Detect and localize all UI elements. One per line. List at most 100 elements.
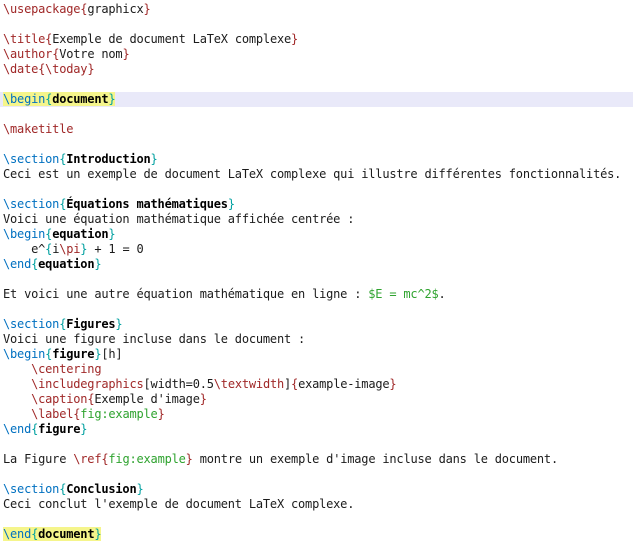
code-token: \centering — [31, 362, 102, 376]
code-line[interactable] — [3, 467, 633, 482]
code-token: Votre nom — [59, 47, 123, 61]
code-token: figure — [52, 347, 95, 361]
code-token: } — [185, 452, 193, 466]
code-token: } — [115, 317, 123, 331]
code-token: } — [136, 482, 144, 496]
code-token: \textwidth — [213, 377, 285, 391]
code-token: ] — [284, 377, 292, 391]
code-token: Conclusion — [66, 482, 137, 496]
code-token: Voici une figure incluse dans le documen… — [3, 332, 306, 346]
code-token: Exemple d'image — [94, 392, 200, 406]
code-line[interactable]: \section{Équations mathématiques} — [3, 197, 633, 212]
code-token: } — [157, 407, 165, 421]
code-line[interactable]: La Figure \ref{fig:example} montre un ex… — [3, 452, 633, 467]
code-line[interactable]: Voici une figure incluse dans le documen… — [3, 332, 633, 347]
code-line[interactable]: \title{Exemple de document LaTeX complex… — [3, 32, 633, 47]
code-token: \begin — [3, 347, 46, 361]
code-token: \end — [3, 257, 32, 271]
code-token: \begin — [3, 227, 46, 241]
code-line[interactable]: \maketitle — [3, 122, 633, 137]
code-token: \label — [31, 407, 74, 421]
code-token: document — [52, 92, 109, 106]
code-token: \includegraphics — [31, 377, 144, 391]
code-line[interactable]: \begin{figure}[h] — [3, 347, 633, 362]
code-token: equation — [52, 227, 109, 241]
code-token: } — [143, 2, 151, 16]
code-token: \section — [3, 152, 60, 166]
code-line[interactable]: \end{figure} — [3, 422, 633, 437]
code-line[interactable]: \author{Votre nom} — [3, 47, 633, 62]
code-line[interactable]: \centering — [3, 362, 633, 377]
code-line[interactable]: \usepackage{graphicx} — [3, 2, 633, 17]
code-line[interactable]: \section{Introduction} — [3, 152, 633, 167]
code-line[interactable]: \label{fig:example} — [3, 407, 633, 422]
code-token: \section — [3, 197, 60, 211]
code-token: Introduction — [66, 152, 151, 166]
code-token: [width=0.5 — [143, 377, 214, 391]
code-line[interactable] — [3, 302, 633, 317]
code-token: \date — [3, 62, 39, 76]
code-line[interactable]: \section{Conclusion} — [3, 482, 633, 497]
code-line[interactable] — [3, 512, 633, 527]
code-line[interactable]: \caption{Exemple d'image} — [3, 392, 633, 407]
code-token: } — [108, 92, 116, 106]
code-token: \end — [3, 527, 32, 541]
code-token: \author — [3, 47, 53, 61]
code-token: figure — [38, 422, 81, 436]
code-token: \today — [45, 62, 88, 76]
code-token: . — [438, 287, 446, 301]
code-token: } — [108, 227, 116, 241]
code-line[interactable]: \end{equation} — [3, 257, 633, 272]
code-token: Et voici une autre équation mathématique… — [3, 287, 369, 301]
code-token: } — [94, 527, 102, 541]
code-line[interactable]: \begin{equation} — [3, 227, 633, 242]
code-token: [h] — [101, 347, 123, 361]
code-line[interactable]: \section{Figures} — [3, 317, 633, 332]
code-line[interactable] — [3, 77, 633, 92]
code-line[interactable]: Ceci conclut l'exemple de document LaTeX… — [3, 497, 633, 512]
code-token: Équations mathématiques — [66, 197, 228, 211]
code-line[interactable]: e^{i\pi} + 1 = 0 — [3, 242, 633, 257]
code-token: montre un exemple d'image incluse dans l… — [192, 452, 558, 466]
code-token: Voici une équation mathématique affichée… — [3, 212, 355, 226]
code-line[interactable] — [3, 272, 633, 287]
code-token: \caption — [31, 392, 88, 406]
code-token: } — [199, 392, 207, 406]
code-token: La Figure — [3, 452, 74, 466]
code-token: \maketitle — [3, 122, 74, 136]
code-line[interactable]: Et voici une autre équation mathématique… — [3, 287, 633, 302]
code-token: Ceci est un exemple de document LaTeX co… — [3, 167, 622, 181]
code-token: } — [87, 62, 95, 76]
latex-editor[interactable]: \usepackage{graphicx} \title{Exemple de d… — [0, 0, 633, 559]
code-token: \end — [3, 422, 32, 436]
code-line[interactable]: Ceci est un exemple de document LaTeX co… — [3, 167, 633, 182]
highlight-mark: \end{document} — [3, 527, 102, 541]
code-line[interactable] — [3, 137, 633, 152]
code-token: fig:example — [108, 452, 186, 466]
code-line[interactable]: \date{\today} — [3, 62, 633, 77]
code-token: \ref — [73, 452, 102, 466]
code-line[interactable]: Voici une équation mathématique affichée… — [3, 212, 633, 227]
code-token: Ceci conclut l'exemple de document LaTeX… — [3, 497, 355, 511]
code-token: } — [389, 377, 397, 391]
code-token: equation — [38, 257, 95, 271]
code-token: Exemple de document LaTeX complexe — [52, 32, 292, 46]
code-line[interactable]: \begin{document} — [0, 92, 633, 107]
code-line[interactable]: \includegraphics[width=0.5\textwidth]{ex… — [3, 377, 633, 392]
code-token: \section — [3, 482, 60, 496]
code-token: document — [38, 527, 95, 541]
code-token: } — [291, 32, 299, 46]
code-line[interactable] — [3, 182, 633, 197]
code-line[interactable]: \end{document} — [3, 527, 633, 542]
code-token: example-image — [298, 377, 390, 391]
code-line[interactable] — [3, 107, 633, 122]
code-token: \title — [3, 32, 46, 46]
code-line[interactable] — [3, 437, 633, 452]
code-token: + 1 = 0 — [87, 242, 144, 256]
code-line[interactable] — [3, 17, 633, 32]
code-token: fig:example — [80, 407, 158, 421]
